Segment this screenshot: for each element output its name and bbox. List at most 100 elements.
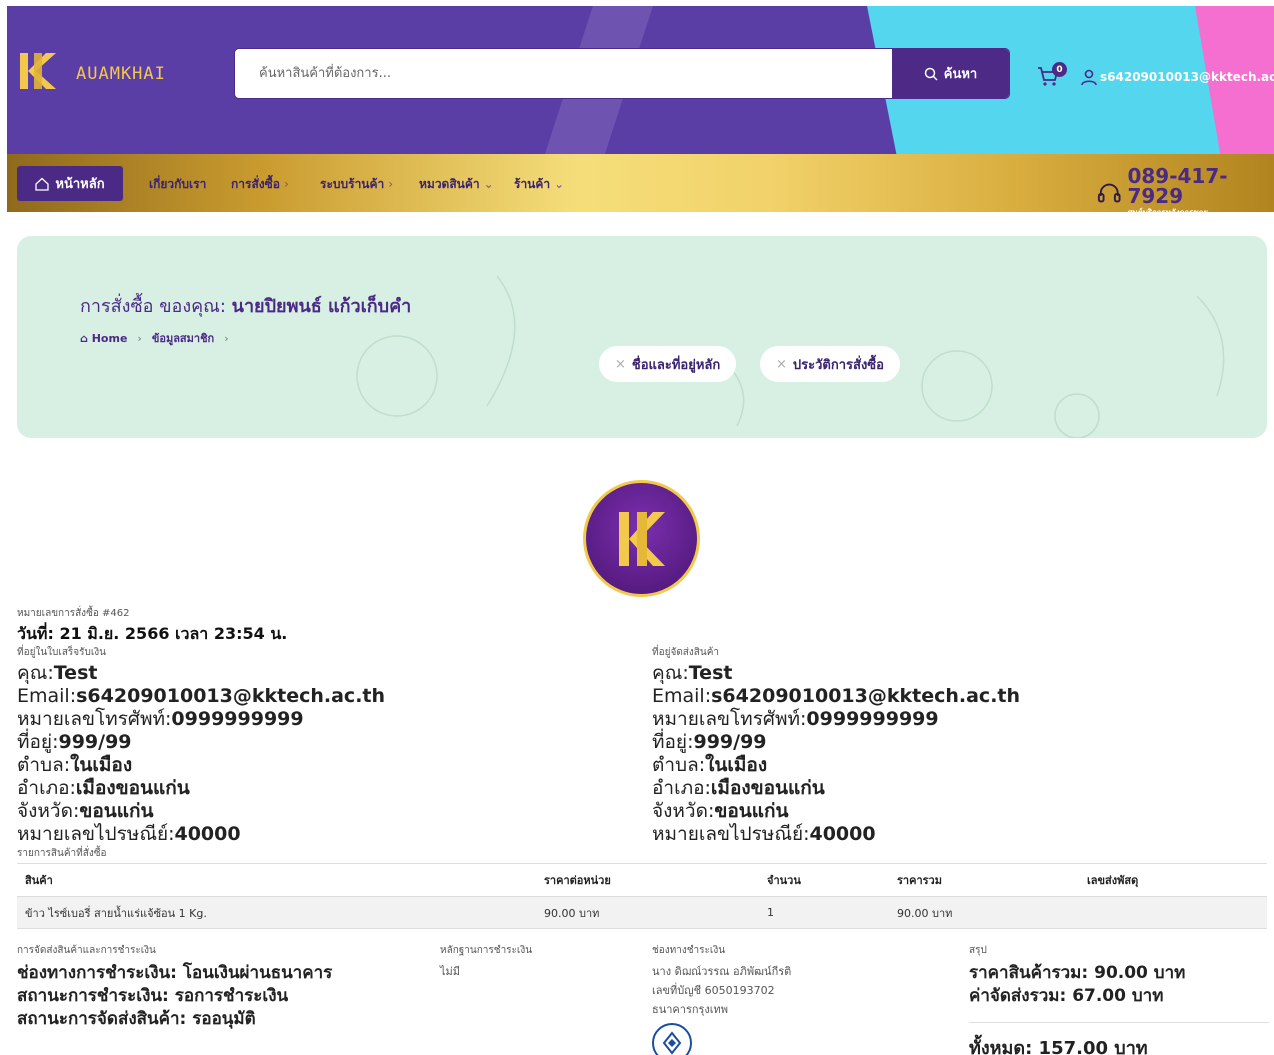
- summary-subtotal: ราคาสินค้ารวม: 90.00 บาท: [969, 963, 1186, 983]
- table-cell: 1: [759, 896, 889, 929]
- nav-home-label: หน้าหลัก: [55, 177, 105, 192]
- user-account[interactable]: s64209010013@kktech.ac.th: [1080, 68, 1274, 86]
- field-key: จังหวัด:: [17, 800, 80, 822]
- field-value: เมืองขอนแก่น: [75, 777, 190, 799]
- payment-channel-label: ช่องทางชำระเงิน: [652, 945, 726, 956]
- search-bar: ค้นหา: [234, 48, 1010, 99]
- payment-method: ช่องทางการชำระเงิน: โอนเงินผ่านธนาคาร: [17, 963, 333, 983]
- tab-label: ชื่อและที่อยู่หลัก: [631, 357, 721, 373]
- tab-label: ประวัติการสั่งซื้อ: [792, 357, 884, 373]
- billing-province: จังหวัด:ขอนแก่น: [17, 800, 617, 823]
- billing-email: Email:s64209010013@kktech.ac.th: [17, 685, 617, 708]
- shipping-email: Email:s64209010013@kktech.ac.th: [652, 685, 1252, 708]
- field-key: Email:: [652, 685, 712, 707]
- field-key: หมายเลขโทรศัพท์:: [652, 708, 807, 730]
- billing-subdistrict: ตำบล:ในเมือง: [17, 754, 617, 777]
- nav-home-button[interactable]: หน้าหลัก: [17, 166, 123, 201]
- nav-item-categories[interactable]: หมวดสินค้า ⌄: [419, 175, 494, 194]
- home-icon: [35, 177, 50, 191]
- shipping-status: สถานะการจัดส่งสินค้า: รออนุมัติ: [17, 1009, 256, 1029]
- cart-button[interactable]: 0: [1036, 62, 1067, 90]
- order-summary: สรุป ราคาสินค้ารวม: 90.00 บาท ค่าจัดส่งร…: [969, 943, 1269, 1055]
- field-key: ตำบล:: [652, 754, 706, 776]
- table-header: ราคารวม: [889, 863, 1079, 897]
- order-date: วันที่: 21 มิ.ย. 2566 เวลา 23:54 น.: [17, 624, 288, 643]
- table-cell: [1079, 896, 1267, 929]
- billing-address-line: ที่อยู่:999/99: [17, 731, 617, 754]
- summary-label: สรุป: [969, 945, 987, 956]
- summary-shipping: ค่าจัดส่งรวม: 67.00 บาท: [969, 986, 1164, 1006]
- headset-icon: [1097, 183, 1121, 202]
- breadcrumb-separator: ›: [224, 331, 229, 345]
- nav-item-shop-system[interactable]: ระบบร้านค้า ›: [320, 175, 393, 194]
- page-title-name: นายปิยพนธ์ แก้วเก็บคำ: [231, 296, 412, 317]
- tab-order-history[interactable]: × ประวัติการสั่งซื้อ: [760, 346, 900, 382]
- main-nav: หน้าหลัก เกี่ยวกับเรา การสั่งซื้อ › ระบบร…: [7, 154, 1274, 217]
- shipping-phone: หมายเลขโทรศัพท์:0999999999: [652, 708, 1252, 731]
- table-row: ข้าว ไรซ์เบอรี่ สายน้ำแร่แจ้ซ้อน 1 Kg. 9…: [17, 896, 1267, 929]
- search-button[interactable]: ค้นหา: [892, 49, 1009, 98]
- field-key: จังหวัด:: [652, 800, 715, 822]
- breadcrumb-home-label: Home: [91, 331, 128, 345]
- table-header-row: สินค้า ราคาต่อหน่วย จำนวน ราคารวม เลขส่ง…: [17, 863, 1267, 897]
- store-logo-icon: [583, 480, 700, 597]
- user-icon: [1081, 69, 1097, 86]
- billing-postcode: หมายเลขไปรษณีย์:40000: [17, 823, 617, 846]
- logo-text: AUAMKHAI: [76, 64, 166, 84]
- billing-district: อำเภอ:เมืองขอนแก่น: [17, 777, 617, 800]
- page-title: การสั่งซื้อ ของคุณ: นายปิยพนธ์ แก้วเก็บค…: [80, 291, 411, 320]
- field-value: s64209010013@kktech.ac.th: [76, 685, 386, 707]
- payment-info: การจัดส่งสินค้าและการชำระเงิน ช่องทางการ…: [17, 943, 332, 1031]
- nav-item-orders[interactable]: การสั่งซื้อ ›: [231, 175, 289, 194]
- table-cell: ข้าว ไรซ์เบอรี่ สายน้ำแร่แจ้ซ้อน 1 Kg.: [17, 896, 536, 929]
- search-input[interactable]: [235, 49, 892, 98]
- nav-item-label: หมวดสินค้า: [419, 177, 480, 191]
- close-icon: ×: [776, 356, 787, 372]
- search-button-label: ค้นหา: [943, 67, 978, 82]
- table-header: สินค้า: [17, 863, 536, 897]
- field-value: ในเมือง: [705, 754, 768, 776]
- field-key: ที่อยู่:: [652, 731, 694, 753]
- hotline-number: 089-417-7929: [1127, 164, 1228, 208]
- nav-item-about[interactable]: เกี่ยวกับเรา: [149, 175, 206, 194]
- tab-main-address[interactable]: × ชื่อและที่อยู่หลัก: [599, 346, 737, 382]
- search-icon: [924, 67, 938, 81]
- field-value: 999/99: [693, 731, 767, 753]
- field-key: อำเภอ:: [652, 777, 711, 799]
- field-key: ที่อยู่:: [17, 731, 59, 753]
- chevron-down-icon: ⌄: [554, 177, 565, 191]
- nav-item-label: ร้านค้า: [514, 177, 551, 191]
- chevron-right-icon: ›: [388, 177, 394, 191]
- account-number: เลขที่บัญชี 6050193702: [652, 984, 775, 997]
- shipping-address-line: ที่อยู่:999/99: [652, 731, 1252, 754]
- table-cell: 90.00 บาท: [889, 896, 1079, 929]
- breadcrumb-member[interactable]: ข้อมูลสมาชิก: [152, 329, 214, 347]
- field-key: หมายเลขไปรษณีย์:: [17, 823, 175, 845]
- breadcrumb-home[interactable]: ⌂ Home: [80, 332, 127, 345]
- user-email: s64209010013@kktech.ac.th: [1100, 70, 1274, 84]
- shipping-address-label: ที่อยู่จัดส่งสินค้า: [652, 647, 720, 658]
- payment-channel: ช่องทางชำระเงิน นาง ดิฌณ์วรรณ อภิพัฒน์กี…: [652, 943, 791, 1055]
- page-title-prefix: การสั่งซื้อ ของคุณ:: [80, 296, 232, 317]
- order-items-table: สินค้า ราคาต่อหน่วย จำนวน ราคารวม เลขส่ง…: [17, 863, 1267, 929]
- field-value: ในเมือง: [70, 754, 133, 776]
- shipping-subdistrict: ตำบล:ในเมือง: [652, 754, 1252, 777]
- hotline-subtitle: ศูนย์บริการหลังการขาย: [1127, 208, 1209, 217]
- shipping-address: ที่อยู่จัดส่งสินค้า คุณ:Test Email:s6420…: [652, 645, 1252, 846]
- breadcrumb: ⌂ Home › ข้อมูลสมาชิก ›: [80, 329, 229, 347]
- field-key: ตำบล:: [17, 754, 71, 776]
- field-value: 40000: [174, 823, 241, 845]
- page-banner: การสั่งซื้อ ของคุณ: นายปิยพนธ์ แก้วเก็บค…: [17, 236, 1267, 438]
- nav-item-stores[interactable]: ร้านค้า ⌄: [514, 175, 564, 194]
- payment-evidence-value: ไม่มี: [440, 965, 461, 978]
- shipping-district: อำเภอ:เมืองขอนแก่น: [652, 777, 1252, 800]
- field-key: หมายเลขโทรศัพท์:: [17, 708, 172, 730]
- field-value: 40000: [809, 823, 876, 845]
- order-number: หมายเลขการสั่งซื้อ #462: [17, 608, 130, 619]
- hotline[interactable]: 089-417-7929 ศูนย์บริการหลังการขาย: [1097, 166, 1274, 219]
- field-key: อำเภอ:: [17, 777, 76, 799]
- payment-evidence-label: หลักฐานการชำระเงิน: [440, 945, 533, 956]
- billing-phone: หมายเลขโทรศัพท์:0999999999: [17, 708, 617, 731]
- site-logo[interactable]: AUAMKHAI: [16, 48, 166, 100]
- billing-address-label: ที่อยู่ในใบเสร็จรับเงิน: [17, 647, 107, 658]
